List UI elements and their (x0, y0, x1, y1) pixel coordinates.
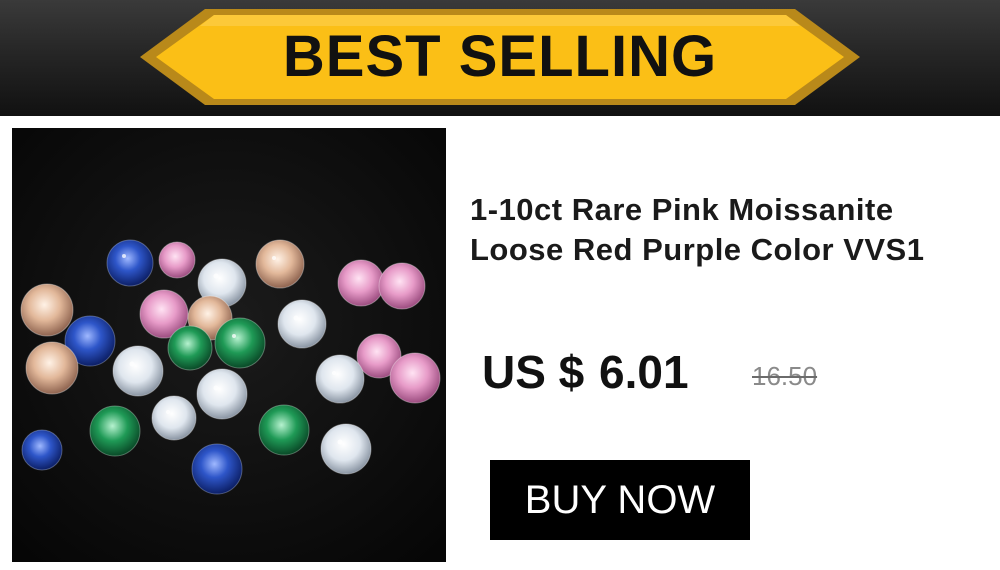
product-title[interactable]: 1-10ct Rare Pink Moissanite Loose Red Pu… (470, 190, 995, 270)
sale-price: 6.01 (599, 346, 689, 398)
product-title-line2: Loose Red Purple Color VVS1 (470, 232, 925, 267)
original-price: 16.50 (752, 361, 818, 391)
buy-now-button[interactable]: BUY NOW (490, 460, 750, 540)
price-currency: US $ (482, 346, 585, 398)
gemstones-icon (12, 128, 446, 562)
product-image[interactable] (12, 128, 446, 562)
banner-title: BEST SELLING (282, 24, 718, 89)
product-title-line1: 1-10ct Rare Pink Moissanite (470, 192, 894, 227)
header-banner: BEST SELLING (0, 0, 1000, 116)
price-row: US $ 6.01 16.50 (482, 340, 982, 404)
